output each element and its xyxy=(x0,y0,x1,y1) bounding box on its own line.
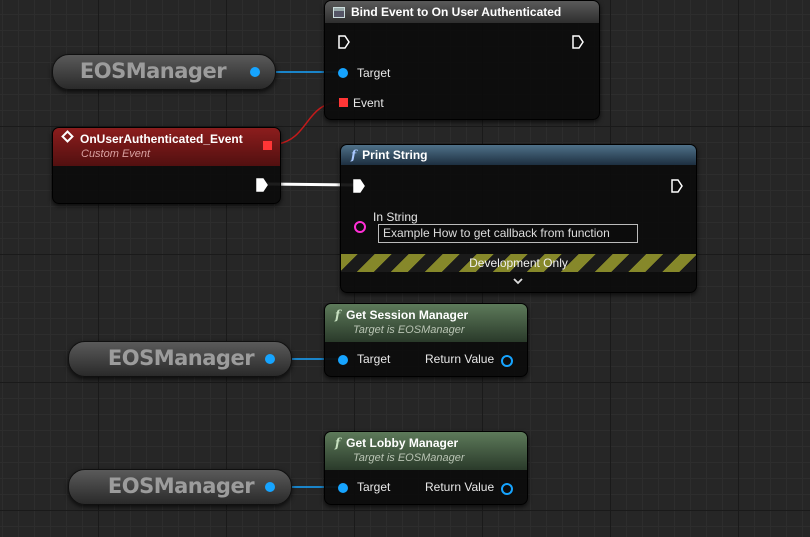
bind-event-header[interactable]: Bind Event to On User Authenticated xyxy=(325,1,599,23)
target-pin-label: Target xyxy=(357,480,391,494)
chevron-down-icon[interactable] xyxy=(512,277,524,286)
custom-event-subtitle: Custom Event xyxy=(81,148,151,160)
bind-event-node[interactable]: Bind Event to On User Authenticated Targ… xyxy=(324,0,600,120)
custom-event-title: OnUserAuthenticated_Event xyxy=(80,132,243,146)
event-delegate-pin[interactable] xyxy=(339,98,348,107)
print-string-node[interactable]: f Print String In String Example How to … xyxy=(340,144,697,293)
custom-event-header[interactable]: OnUserAuthenticated_Event Custom Event xyxy=(53,128,280,166)
function-icon: f xyxy=(335,308,341,322)
target-pin[interactable] xyxy=(338,355,348,365)
event-diamond-icon xyxy=(61,130,74,143)
get-session-manager-title: Get Session Manager xyxy=(346,308,469,322)
get-session-manager-subtitle: Target is EOSManager xyxy=(353,324,465,336)
eosmanager-variable-node[interactable]: EOSManager xyxy=(52,54,276,90)
exec-out-pin[interactable] xyxy=(670,179,684,193)
function-icon: f xyxy=(351,148,357,162)
target-pin[interactable] xyxy=(338,483,348,493)
return-value-label: Return Value xyxy=(425,480,495,494)
variable-output-pin[interactable] xyxy=(265,482,275,492)
target-pin[interactable] xyxy=(338,68,348,78)
variable-label: EOSManager xyxy=(79,59,227,83)
function-icon: f xyxy=(335,436,341,450)
in-string-label: In String xyxy=(373,210,418,224)
exec-in-pin[interactable] xyxy=(337,35,351,49)
return-value-pin[interactable] xyxy=(501,355,513,367)
variable-output-pin[interactable] xyxy=(265,354,275,364)
eosmanager-variable-node[interactable]: EOSManager xyxy=(68,341,292,377)
in-string-pin[interactable] xyxy=(354,221,366,233)
variable-label: EOSManager xyxy=(107,474,255,498)
in-string-input[interactable]: Example How to get callback from functio… xyxy=(378,224,638,243)
target-pin-label: Target xyxy=(357,352,391,366)
print-string-title: Print String xyxy=(362,148,428,162)
get-lobby-manager-header[interactable]: f Get Lobby Manager Target is EOSManager xyxy=(325,432,527,470)
get-session-manager-header[interactable]: f Get Session Manager Target is EOSManag… xyxy=(325,304,527,342)
event-pin-label: Event xyxy=(353,96,384,110)
variable-label: EOSManager xyxy=(107,346,255,370)
print-string-header[interactable]: f Print String xyxy=(341,145,696,165)
get-lobby-manager-title: Get Lobby Manager xyxy=(346,436,459,450)
development-only-label: Development Only xyxy=(469,256,568,270)
exec-in-pin[interactable] xyxy=(352,179,366,193)
get-session-manager-node[interactable]: f Get Session Manager Target is EOSManag… xyxy=(324,303,528,377)
exec-out-pin[interactable] xyxy=(255,178,269,192)
bind-event-icon xyxy=(333,6,345,18)
custom-event-node[interactable]: OnUserAuthenticated_Event Custom Event xyxy=(52,127,281,204)
exec-out-pin[interactable] xyxy=(571,35,585,49)
return-value-label: Return Value xyxy=(425,352,495,366)
get-lobby-manager-subtitle: Target is EOSManager xyxy=(353,452,465,464)
variable-output-pin[interactable] xyxy=(250,67,260,77)
eosmanager-variable-node[interactable]: EOSManager xyxy=(68,469,292,505)
bind-event-title: Bind Event to On User Authenticated xyxy=(351,5,562,19)
target-pin-label: Target xyxy=(357,66,391,80)
get-lobby-manager-node[interactable]: f Get Lobby Manager Target is EOSManager… xyxy=(324,431,528,505)
event-output-delegate-pin[interactable] xyxy=(263,141,272,150)
return-value-pin[interactable] xyxy=(501,483,513,495)
